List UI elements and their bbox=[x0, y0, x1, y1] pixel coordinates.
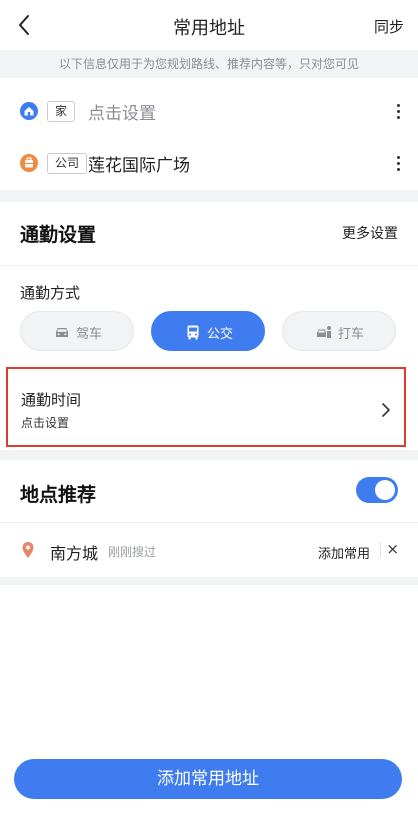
taxi-icon bbox=[317, 326, 331, 338]
sync-button[interactable]: 同步 bbox=[374, 16, 404, 37]
more-options-icon[interactable] bbox=[392, 101, 404, 123]
address-text-company[interactable]: 莲花国际广场 bbox=[88, 151, 190, 176]
section-gap bbox=[0, 450, 418, 460]
recommend-section-title: 地点推荐 bbox=[20, 484, 97, 506]
mode-label-car: 驾车 bbox=[76, 327, 103, 342]
recommend-toggle[interactable] bbox=[356, 477, 398, 503]
close-icon[interactable]: × bbox=[386, 540, 399, 558]
more-settings-button[interactable]: 更多设置 bbox=[342, 223, 398, 243]
address-tag-home: 家 bbox=[47, 101, 76, 122]
place-name: 南方城 bbox=[50, 544, 99, 563]
privacy-notice: 以下信息仅用于为您规划路线、推荐内容等，只对您可见 bbox=[0, 50, 418, 78]
page-title: 常用地址 bbox=[173, 18, 245, 39]
mode-label-bus: 公交 bbox=[207, 327, 234, 342]
header-bar: 常用地址 同步 bbox=[0, 0, 418, 50]
address-tag-company: 公司 bbox=[47, 153, 88, 174]
address-row-home[interactable]: 家 点击设置 bbox=[0, 86, 418, 138]
mode-button-car[interactable]: 驾车 bbox=[20, 311, 134, 351]
location-pin-icon bbox=[22, 542, 34, 558]
commute-section-title: 通勤设置 bbox=[20, 224, 97, 246]
mode-label-taxi: 打车 bbox=[338, 327, 365, 342]
address-text-home[interactable]: 点击设置 bbox=[88, 99, 156, 124]
app-screen: 常用地址 同步 以下信息仅用于为您规划路线、推荐内容等，只对您可见 家 点击设置… bbox=[0, 0, 418, 813]
commute-time-row[interactable]: 通勤时间 点击设置 bbox=[6, 367, 406, 447]
home-icon bbox=[20, 102, 38, 120]
more-options-icon[interactable] bbox=[392, 153, 404, 175]
divider bbox=[0, 265, 418, 266]
add-common-address-button[interactable]: 添加常用地址 bbox=[14, 759, 402, 799]
section-gap bbox=[0, 577, 418, 585]
recommended-place-row[interactable]: 南方城 刚刚搜过 添加常用 × bbox=[0, 527, 418, 575]
commute-time-hint: 点击设置 bbox=[21, 416, 70, 430]
mode-button-bus[interactable]: 公交 bbox=[151, 311, 265, 351]
commute-mode-label: 通勤方式 bbox=[20, 284, 81, 302]
section-gap bbox=[0, 190, 418, 202]
bus-icon bbox=[187, 325, 199, 340]
divider bbox=[380, 542, 381, 558]
mode-button-taxi[interactable]: 打车 bbox=[282, 311, 396, 351]
toggle-knob bbox=[375, 480, 395, 500]
chevron-right-icon bbox=[382, 403, 390, 417]
address-row-company[interactable]: 公司 莲花国际广场 bbox=[0, 138, 418, 190]
car-icon bbox=[56, 328, 68, 337]
company-icon bbox=[20, 154, 38, 172]
divider bbox=[0, 522, 418, 523]
commute-time-title: 通勤时间 bbox=[21, 391, 82, 409]
place-searched-time: 刚刚搜过 bbox=[108, 545, 157, 559]
add-common-button[interactable]: 添加常用 bbox=[318, 543, 370, 562]
